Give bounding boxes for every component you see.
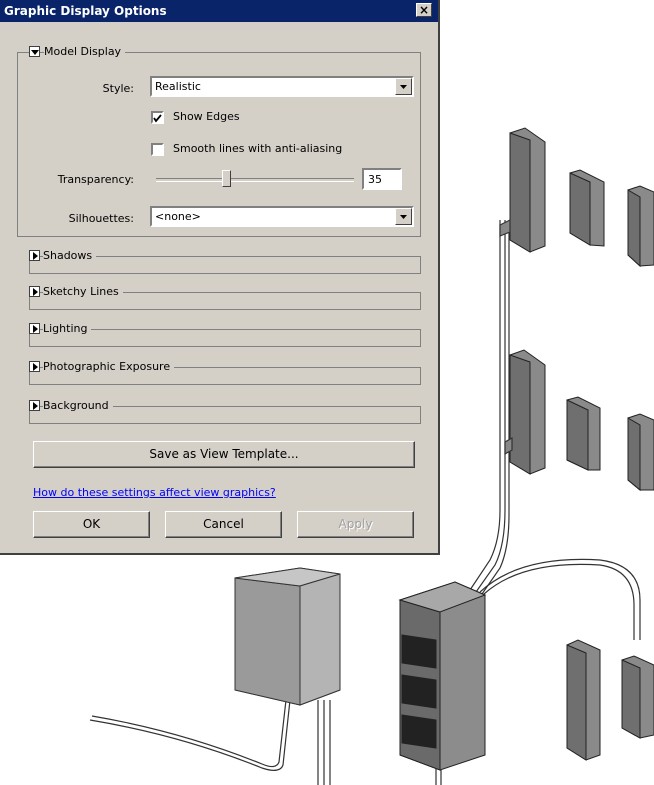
sketchy-lines-toggle[interactable] [29, 286, 40, 297]
dialog-title: Graphic Display Options [4, 4, 167, 18]
show-edges-checkbox[interactable] [151, 111, 164, 124]
triangle-down-icon [31, 50, 39, 55]
background-label: Background [43, 399, 113, 412]
graphic-display-options-dialog: Graphic Display Options × Model Display … [0, 0, 440, 555]
close-icon: × [418, 3, 430, 17]
wall-fixture-upper-right [627, 185, 654, 268]
wall-fixture-mid-right [627, 413, 654, 492]
transparency-value: 35 [368, 173, 382, 186]
model-display-label: Model Display [44, 45, 126, 58]
show-edges-label[interactable]: Show Edges [173, 110, 240, 123]
transparency-slider[interactable] [156, 170, 354, 190]
dropdown-arrow-icon[interactable] [395, 208, 412, 225]
apply-button[interactable]: Apply [297, 511, 414, 538]
save-as-view-template-button[interactable]: Save as View Template... [33, 441, 415, 468]
electrical-panel [398, 581, 487, 771]
silhouettes-value: <none> [155, 210, 201, 223]
wall-fixture-lower-right [621, 655, 654, 739]
sketchy-lines-label: Sketchy Lines [43, 285, 123, 298]
triangle-right-icon [33, 252, 38, 260]
triangle-right-icon [33, 288, 38, 296]
background-toggle[interactable] [29, 400, 40, 411]
slider-thumb[interactable] [222, 170, 231, 187]
triangle-right-icon [33, 402, 38, 410]
silhouettes-label: Silhouettes: [68, 212, 134, 225]
style-select[interactable]: Realistic [150, 76, 414, 97]
style-value: Realistic [155, 80, 201, 93]
model-display-toggle[interactable] [29, 46, 40, 57]
silhouettes-select[interactable]: <none> [150, 206, 414, 227]
smooth-lines-label[interactable]: Smooth lines with anti-aliasing [173, 142, 342, 155]
triangle-right-icon [33, 363, 38, 371]
slider-track [156, 178, 354, 182]
transparency-input[interactable]: 35 [362, 168, 402, 190]
smooth-lines-checkbox[interactable] [151, 143, 164, 156]
photographic-exposure-label: Photographic Exposure [43, 360, 175, 373]
wall-fixture-upper-mid [569, 169, 605, 247]
dropdown-arrow-icon[interactable] [395, 78, 412, 95]
shadows-toggle[interactable] [29, 250, 40, 261]
lighting-toggle[interactable] [29, 323, 40, 334]
ok-button[interactable]: OK [33, 511, 150, 538]
wall-fixture-mid-center [566, 396, 601, 471]
dialog-titlebar[interactable]: Graphic Display Options × [0, 0, 438, 22]
photographic-exposure-toggle[interactable] [29, 361, 40, 372]
style-label: Style: [102, 82, 134, 95]
check-icon [153, 114, 162, 123]
lighting-label: Lighting [43, 322, 92, 335]
wall-fixture-mid-left [509, 349, 546, 475]
help-link[interactable]: How do these settings affect view graphi… [33, 486, 276, 499]
triangle-right-icon [33, 325, 38, 333]
shadows-label: Shadows [43, 249, 97, 262]
junction-box-transparent [234, 567, 341, 706]
wall-fixture-lower-left [566, 639, 601, 761]
cancel-button[interactable]: Cancel [165, 511, 282, 538]
close-button[interactable]: × [416, 3, 432, 17]
transparency-label: Transparency: [57, 173, 134, 186]
wall-fixture-upper-left [509, 127, 546, 253]
